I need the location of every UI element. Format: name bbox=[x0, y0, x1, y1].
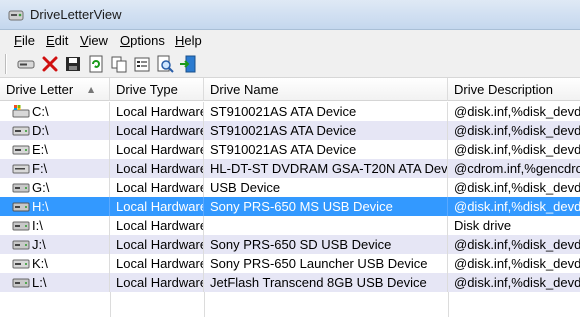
column-divider bbox=[448, 292, 449, 317]
refresh-icon[interactable] bbox=[86, 54, 106, 74]
column-header-drive-type[interactable]: Drive Type bbox=[110, 78, 204, 101]
menu-file[interactable]: File bbox=[14, 33, 35, 48]
table-row[interactable]: J:\ Local Hardware Sony PRS-650 SD USB D… bbox=[0, 235, 580, 254]
toolbar bbox=[0, 50, 580, 78]
column-divider bbox=[110, 292, 111, 317]
exit-icon[interactable] bbox=[178, 54, 198, 74]
window-title: DriveLetterView bbox=[30, 7, 122, 22]
table-row[interactable]: G:\ Local Hardware USB Device @disk.inf,… bbox=[0, 178, 580, 197]
properties-icon[interactable] bbox=[132, 54, 152, 74]
column-header-row: Drive Letter ▲ Drive Type Drive Name Dri… bbox=[0, 78, 580, 101]
delete-icon[interactable] bbox=[40, 54, 60, 74]
table-row-selected[interactable]: H:\ Local Hardware Sony PRS-650 MS USB D… bbox=[0, 197, 580, 216]
column-header-drive-description[interactable]: Drive Description bbox=[448, 78, 580, 101]
drive-list[interactable]: Drive Letter ▲ Drive Type Drive Name Dri… bbox=[0, 78, 580, 317]
table-row[interactable]: C:\ Local Hardware ST910021AS ATA Device… bbox=[0, 102, 580, 121]
toolbar-separator bbox=[5, 54, 7, 74]
title-bar: DriveLetterView bbox=[0, 0, 580, 30]
table-row[interactable]: L:\ Local Hardware JetFlash Transcend 8G… bbox=[0, 273, 580, 292]
menu-view[interactable]: View bbox=[80, 33, 108, 48]
app-icon bbox=[8, 10, 24, 21]
find-icon[interactable] bbox=[155, 54, 175, 74]
menu-edit[interactable]: Edit bbox=[46, 33, 68, 48]
menu-options[interactable]: Options bbox=[120, 33, 165, 48]
table-row[interactable]: F:\ Local Hardware HL-DT-ST DVDRAM GSA-T… bbox=[0, 159, 580, 178]
table-row[interactable]: D:\ Local Hardware ST910021AS ATA Device… bbox=[0, 121, 580, 140]
column-header-drive-name[interactable]: Drive Name bbox=[204, 78, 448, 101]
menu-bar: File Edit View Options Help bbox=[0, 30, 580, 50]
save-icon[interactable] bbox=[63, 54, 83, 74]
drive-icon[interactable] bbox=[16, 54, 36, 74]
table-row[interactable]: I:\ Local Hardware Disk drive bbox=[0, 216, 580, 235]
copy-icon[interactable] bbox=[109, 54, 129, 74]
table-row[interactable]: K:\ Local Hardware Sony PRS-650 Launcher… bbox=[0, 254, 580, 273]
table-row[interactable]: E:\ Local Hardware ST910021AS ATA Device… bbox=[0, 140, 580, 159]
menu-help[interactable]: Help bbox=[175, 33, 202, 48]
column-divider bbox=[204, 292, 205, 317]
sort-ascending-icon: ▲ bbox=[88, 85, 95, 94]
